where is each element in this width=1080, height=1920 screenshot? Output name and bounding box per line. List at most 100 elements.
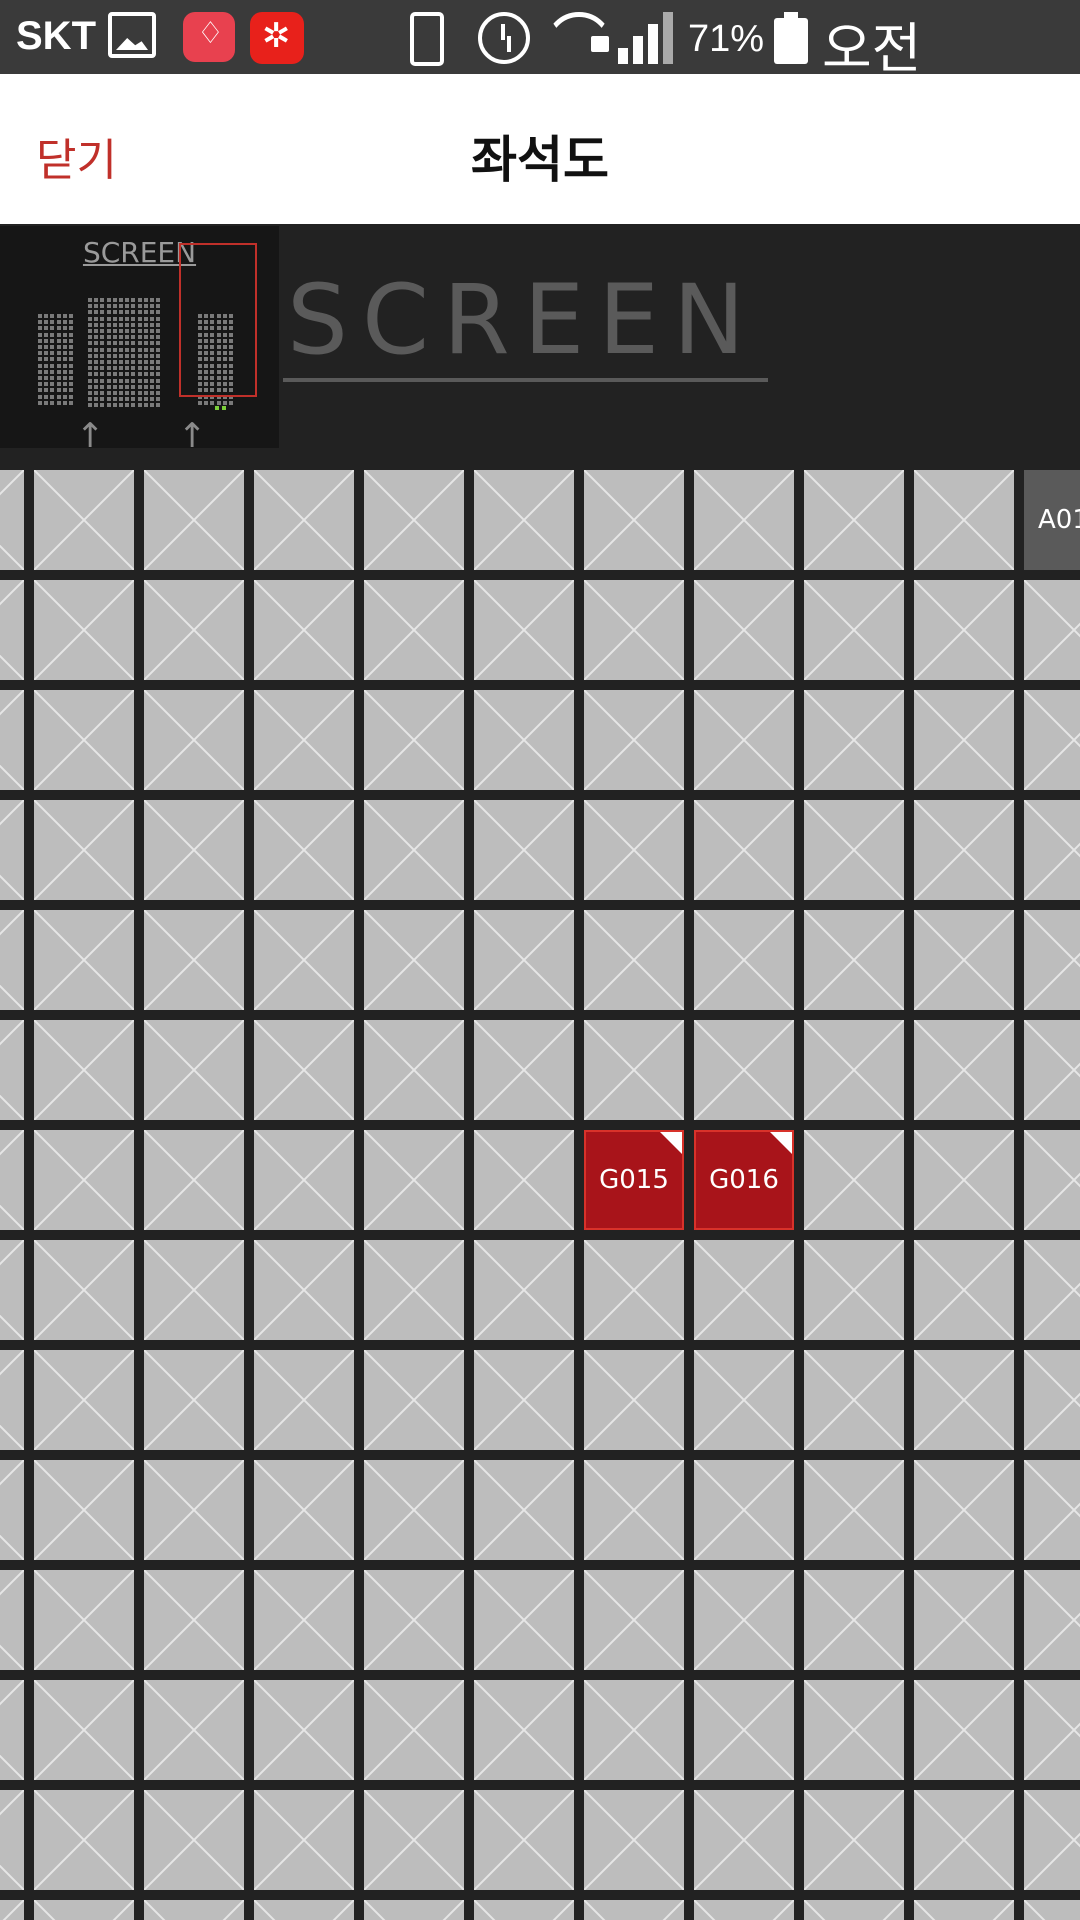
seat-unavailable[interactable] xyxy=(914,910,1014,1010)
seat-unavailable[interactable] xyxy=(254,910,354,1010)
seat-unavailable[interactable] xyxy=(914,1020,1014,1120)
seat-unavailable[interactable] xyxy=(1024,1790,1080,1890)
seat-unavailable[interactable] xyxy=(254,1900,354,1920)
seat-unavailable[interactable] xyxy=(34,580,134,680)
seat-unavailable[interactable] xyxy=(144,1020,244,1120)
seat-unavailable[interactable] xyxy=(584,580,684,680)
seat-unavailable[interactable] xyxy=(144,800,244,900)
seat-unavailable[interactable] xyxy=(804,1020,904,1120)
seat-unavailable[interactable] xyxy=(0,1460,24,1560)
seat-unavailable[interactable] xyxy=(254,1130,354,1230)
seat-unavailable[interactable] xyxy=(474,1240,574,1340)
seat-unavailable[interactable] xyxy=(804,1680,904,1780)
seat-unavailable[interactable] xyxy=(0,470,24,570)
seat-unavailable[interactable] xyxy=(0,1790,24,1890)
seat-unavailable[interactable] xyxy=(584,910,684,1010)
seat-unavailable[interactable] xyxy=(1024,580,1080,680)
seat-unavailable[interactable] xyxy=(804,1240,904,1340)
seat-unavailable[interactable] xyxy=(254,690,354,790)
seat-unavailable[interactable] xyxy=(584,1570,684,1670)
seat-unavailable[interactable] xyxy=(694,690,794,790)
seat-unavailable[interactable] xyxy=(254,1350,354,1450)
seat-unavailable[interactable] xyxy=(584,1790,684,1890)
seat-unavailable[interactable] xyxy=(34,1350,134,1450)
seat-unavailable[interactable] xyxy=(254,470,354,570)
seat-unavailable[interactable] xyxy=(584,800,684,900)
seat-unavailable[interactable] xyxy=(1024,1240,1080,1340)
seat-unavailable[interactable] xyxy=(914,1790,1014,1890)
seat-unavailable[interactable] xyxy=(1024,1680,1080,1780)
seat-unavailable[interactable] xyxy=(364,470,464,570)
seat-unavailable[interactable] xyxy=(254,1790,354,1890)
seat-unavailable[interactable] xyxy=(914,1240,1014,1340)
seat-unavailable[interactable] xyxy=(694,1020,794,1120)
seat-unavailable[interactable] xyxy=(694,580,794,680)
seat-unavailable[interactable] xyxy=(34,1240,134,1340)
seat-unavailable[interactable] xyxy=(584,1680,684,1780)
seat-unavailable[interactable] xyxy=(1024,800,1080,900)
seat-unavailable[interactable] xyxy=(804,1790,904,1890)
seat-unavailable[interactable] xyxy=(474,690,574,790)
seat-unavailable[interactable] xyxy=(34,1460,134,1560)
seat-unavailable[interactable] xyxy=(1024,690,1080,790)
minimap-viewport-frame[interactable] xyxy=(179,243,257,397)
seat-unavailable[interactable] xyxy=(474,1900,574,1920)
seat-unavailable[interactable] xyxy=(914,470,1014,570)
seat-unavailable[interactable] xyxy=(914,1130,1014,1230)
seat-unavailable[interactable] xyxy=(584,1020,684,1120)
seat-unavailable[interactable] xyxy=(694,1790,794,1890)
seat-unavailable[interactable] xyxy=(364,1020,464,1120)
seat-unavailable[interactable] xyxy=(364,1350,464,1450)
seat-unavailable[interactable] xyxy=(144,1900,244,1920)
seat-unavailable[interactable] xyxy=(914,1460,1014,1560)
seat-unavailable[interactable] xyxy=(364,1460,464,1560)
seat-unavailable[interactable] xyxy=(474,1130,574,1230)
seat-unavailable[interactable] xyxy=(584,690,684,790)
seat-unavailable[interactable] xyxy=(914,1900,1014,1920)
seat-unavailable[interactable] xyxy=(0,1240,24,1340)
seat-unavailable[interactable] xyxy=(0,1900,24,1920)
seat-unavailable[interactable] xyxy=(474,1020,574,1120)
seat-unavailable[interactable] xyxy=(144,1570,244,1670)
seat-unavailable[interactable] xyxy=(34,1680,134,1780)
seat-unavailable[interactable] xyxy=(694,1350,794,1450)
seat-unavailable[interactable] xyxy=(254,1240,354,1340)
seat-unavailable[interactable] xyxy=(364,800,464,900)
seat-minimap[interactable]: SCREEN ↑ ↑ xyxy=(0,226,279,456)
seat-unavailable[interactable] xyxy=(34,1020,134,1120)
seat-unavailable[interactable] xyxy=(0,580,24,680)
seat-unavailable[interactable] xyxy=(694,800,794,900)
seat-unavailable[interactable] xyxy=(914,580,1014,680)
seat-unavailable[interactable] xyxy=(694,1900,794,1920)
seat-unavailable[interactable] xyxy=(144,690,244,790)
seat-unavailable[interactable] xyxy=(694,470,794,570)
seat-unavailable[interactable] xyxy=(1024,1900,1080,1920)
seat-map[interactable]: A01 G015 G016 xyxy=(0,470,1080,1920)
seat-unavailable[interactable] xyxy=(804,1900,904,1920)
seat-unavailable[interactable] xyxy=(0,690,24,790)
seat-unavailable[interactable] xyxy=(584,1900,684,1920)
seat-unavailable[interactable] xyxy=(364,1570,464,1670)
seat-unavailable[interactable] xyxy=(914,800,1014,900)
seat-unavailable[interactable] xyxy=(914,1350,1014,1450)
seat-unavailable[interactable] xyxy=(474,580,574,680)
seat-unavailable[interactable] xyxy=(1024,1460,1080,1560)
seat-unavailable[interactable] xyxy=(254,1020,354,1120)
seat-unavailable[interactable] xyxy=(34,1130,134,1230)
seat-selected[interactable]: G015 xyxy=(584,1130,684,1230)
seat-unavailable[interactable] xyxy=(474,470,574,570)
seat-unavailable[interactable] xyxy=(804,800,904,900)
seat-unavailable[interactable] xyxy=(584,1350,684,1450)
seat-unavailable[interactable] xyxy=(804,1350,904,1450)
seat-unavailable[interactable] xyxy=(1024,910,1080,1010)
seat-unavailable[interactable] xyxy=(34,690,134,790)
seat-unavailable[interactable] xyxy=(0,1130,24,1230)
seat-unavailable[interactable] xyxy=(914,1680,1014,1780)
close-button[interactable]: 닫기 xyxy=(36,124,117,188)
seat-selected[interactable]: G016 xyxy=(694,1130,794,1230)
seat-unavailable[interactable] xyxy=(694,1570,794,1670)
seat-unavailable[interactable] xyxy=(364,1680,464,1780)
seat-unavailable[interactable] xyxy=(364,1240,464,1340)
seat-unavailable[interactable] xyxy=(804,470,904,570)
seat-unavailable[interactable] xyxy=(0,1570,24,1670)
